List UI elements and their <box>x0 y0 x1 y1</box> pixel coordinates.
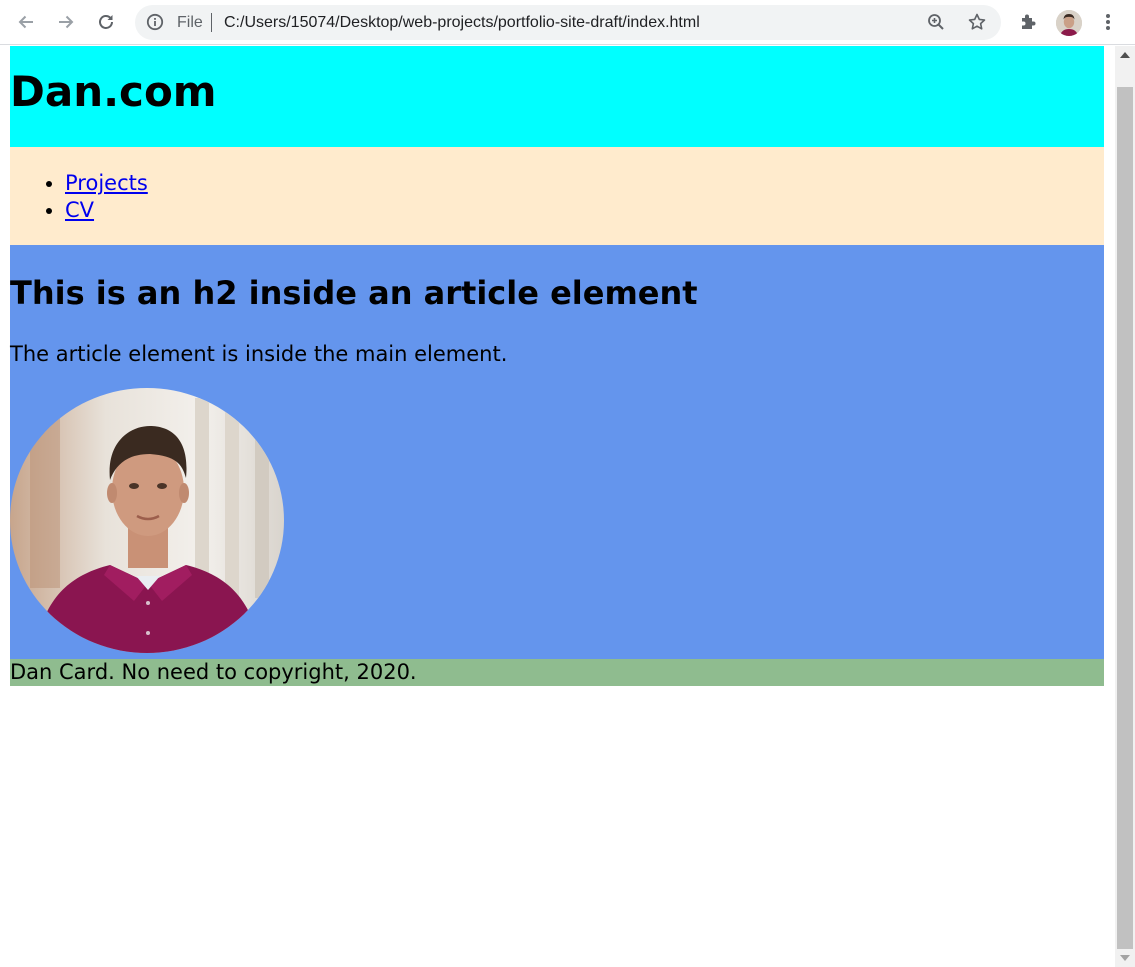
address-separator <box>211 13 212 32</box>
browser-toolbar: File C:/Users/15074/Desktop/web-projects… <box>0 0 1135 45</box>
star-icon[interactable] <box>967 12 987 32</box>
site-nav: Projects CV <box>10 147 1104 245</box>
scroll-down-arrow-icon[interactable] <box>1120 955 1130 961</box>
info-icon[interactable] <box>146 13 164 31</box>
scheme-label: File <box>177 14 203 31</box>
nav-item: Projects <box>65 170 148 197</box>
scrollbar-thumb[interactable] <box>1117 87 1133 949</box>
back-arrow-icon[interactable] <box>12 8 40 36</box>
page-viewport: Dan.com Projects CV This is an h2 inside… <box>0 46 1115 967</box>
footer-text: Dan Card. No need to copyright, 2020. <box>10 660 417 684</box>
reload-icon[interactable] <box>92 8 120 36</box>
address-bar[interactable]: File C:/Users/15074/Desktop/web-projects… <box>135 5 1001 40</box>
site-title: Dan.com <box>10 67 217 116</box>
article-paragraph: The article element is inside the main e… <box>10 342 508 366</box>
scroll-up-arrow-icon[interactable] <box>1120 52 1130 58</box>
extensions-icon[interactable] <box>1014 8 1042 36</box>
forward-arrow-icon[interactable] <box>52 8 80 36</box>
menu-icon[interactable] <box>1094 8 1122 36</box>
vertical-scrollbar[interactable] <box>1115 46 1135 967</box>
nav-list: Projects CV <box>65 170 148 224</box>
zoom-icon[interactable] <box>926 12 946 32</box>
circular-portrait-photo <box>10 388 284 653</box>
nav-link-cv[interactable]: CV <box>65 198 94 222</box>
site-header: Dan.com <box>10 46 1104 147</box>
nav-link-projects[interactable]: Projects <box>65 171 148 195</box>
article: This is an h2 inside an article element … <box>10 245 1104 659</box>
profile-avatar[interactable] <box>1056 10 1082 36</box>
article-heading: This is an h2 inside an article element <box>10 274 698 312</box>
nav-item: CV <box>65 197 148 224</box>
site-footer: Dan Card. No need to copyright, 2020. <box>10 659 1104 686</box>
url-text[interactable]: C:/Users/15074/Desktop/web-projects/port… <box>224 13 700 32</box>
